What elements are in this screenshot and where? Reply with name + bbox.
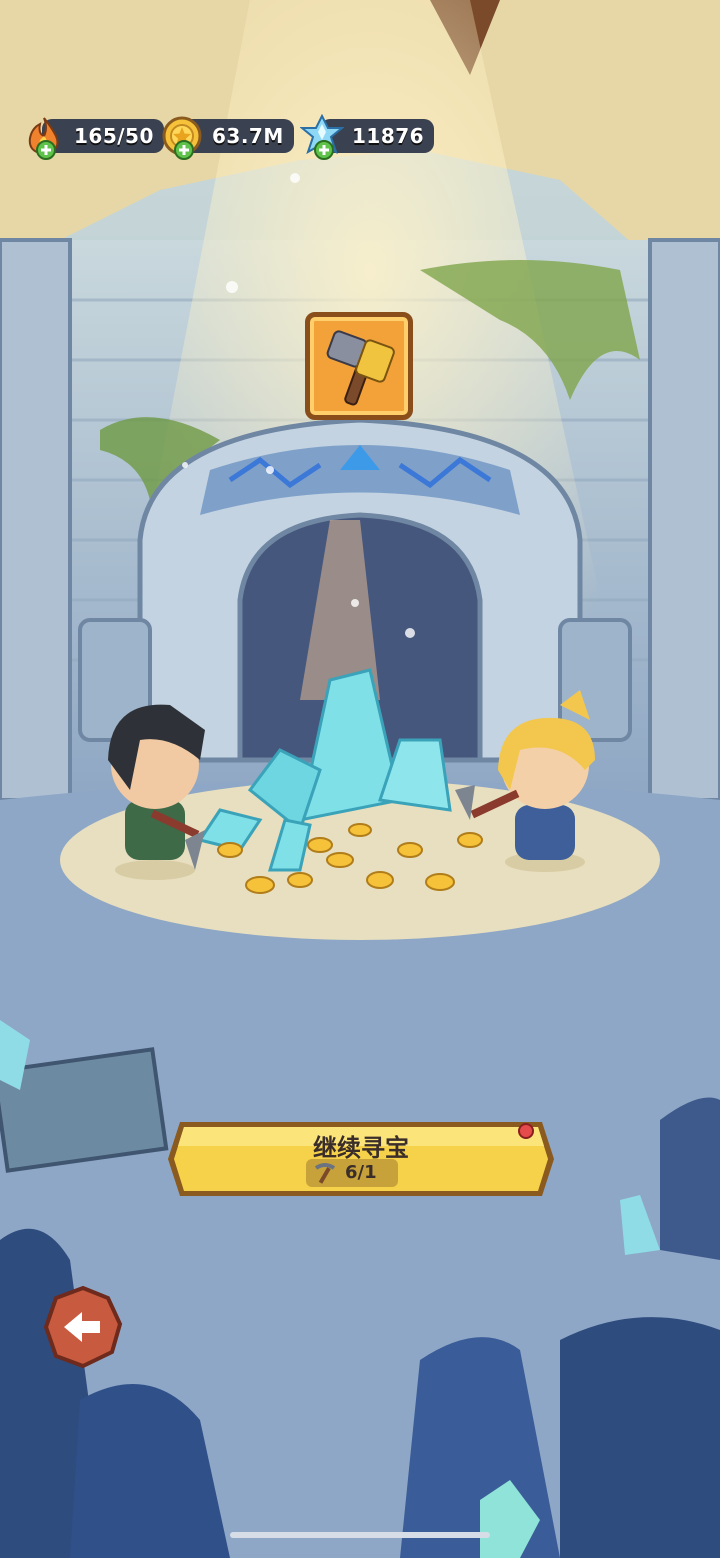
stamina-counter[interactable]: 165/50 (22, 116, 164, 160)
gem-counter[interactable]: 11876 (299, 113, 435, 160)
add-gold-icon[interactable] (174, 140, 194, 160)
gold-counter[interactable]: 63.7M (160, 116, 294, 160)
pickaxe-icon (314, 1163, 336, 1184)
back-button[interactable] (42, 1285, 124, 1369)
continue-button-label: 继续寻宝 (313, 1134, 409, 1162)
add-stamina-icon[interactable] (36, 140, 56, 160)
notification-dot-icon (518, 1123, 534, 1139)
pickaxe-count: 6/1 (345, 1162, 377, 1183)
hammer-icon (326, 330, 395, 406)
reward-hammer-box[interactable] (305, 312, 413, 420)
add-gem-icon[interactable] (314, 140, 334, 160)
back-arrow-icon (43, 1285, 123, 1369)
home-indicator (230, 1532, 490, 1538)
